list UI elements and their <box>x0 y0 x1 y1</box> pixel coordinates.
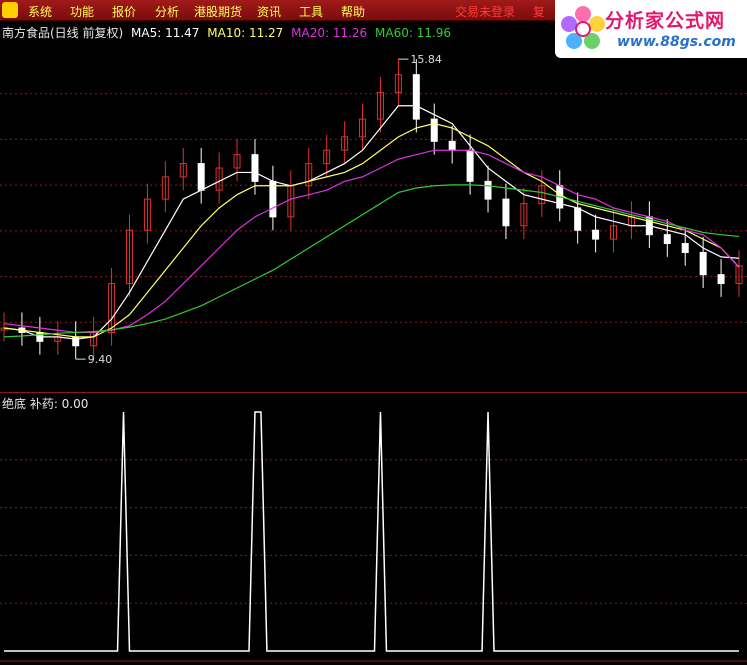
ma60-legend: MA60: 11.96 <box>375 26 452 40</box>
menu-item-help[interactable]: 帮助 <box>341 3 365 20</box>
candle-body <box>197 163 205 191</box>
trade-login-status[interactable]: 交易未登录 复 <box>455 3 545 20</box>
candle-body <box>412 74 420 120</box>
ma20-legend: MA20: 11.26 <box>291 26 368 40</box>
menu-item-hk-futures[interactable]: 港股期货 <box>194 3 242 20</box>
candle-body <box>251 154 259 182</box>
panel-divider <box>0 392 747 393</box>
menu-item-analysis[interactable]: 分析 <box>155 3 179 20</box>
main-legend: 南方食品(日线 前复权) MA5: 11.47 MA10: 11.27 MA20… <box>2 24 451 41</box>
price-chart[interactable]: 15.84 9.40 <box>0 40 747 390</box>
candle-body <box>663 234 671 245</box>
menu-item-system[interactable]: 系统 <box>28 3 52 20</box>
candle-body <box>269 180 277 218</box>
stock-name-label: 南方食品(日线 前复权) <box>2 26 124 40</box>
candle-body <box>430 118 438 142</box>
candle-body <box>72 336 80 347</box>
candle-body <box>681 243 689 253</box>
candle-body <box>699 251 707 276</box>
candle-body <box>466 149 474 182</box>
app-icon[interactable] <box>2 2 18 18</box>
menu-item-extra[interactable]: 复 <box>533 5 545 19</box>
menu-item-tools[interactable]: 工具 <box>299 3 323 20</box>
trade-not-logged-in-label: 交易未登录 <box>455 5 516 19</box>
candle-body <box>484 180 492 200</box>
indicator-signal-line <box>4 411 739 652</box>
candle-body <box>574 207 582 231</box>
indicator-chart[interactable] <box>0 410 747 665</box>
high-price-label: 15.84 <box>410 53 442 66</box>
candle-body <box>592 229 600 240</box>
menu-item-news[interactable]: 资讯 <box>257 3 281 20</box>
menu-item-function[interactable]: 功能 <box>70 3 94 20</box>
candle-body <box>502 198 510 227</box>
ma5-legend: MA5: 11.47 <box>131 26 200 40</box>
ma10-legend: MA10: 11.27 <box>207 26 284 40</box>
candle-body <box>717 274 725 285</box>
logo-title: 分析家公式网 <box>605 10 726 32</box>
candle-body <box>448 140 456 151</box>
low-price-label: 9.40 <box>88 353 113 366</box>
menu-item-quote[interactable]: 报价 <box>112 3 136 20</box>
